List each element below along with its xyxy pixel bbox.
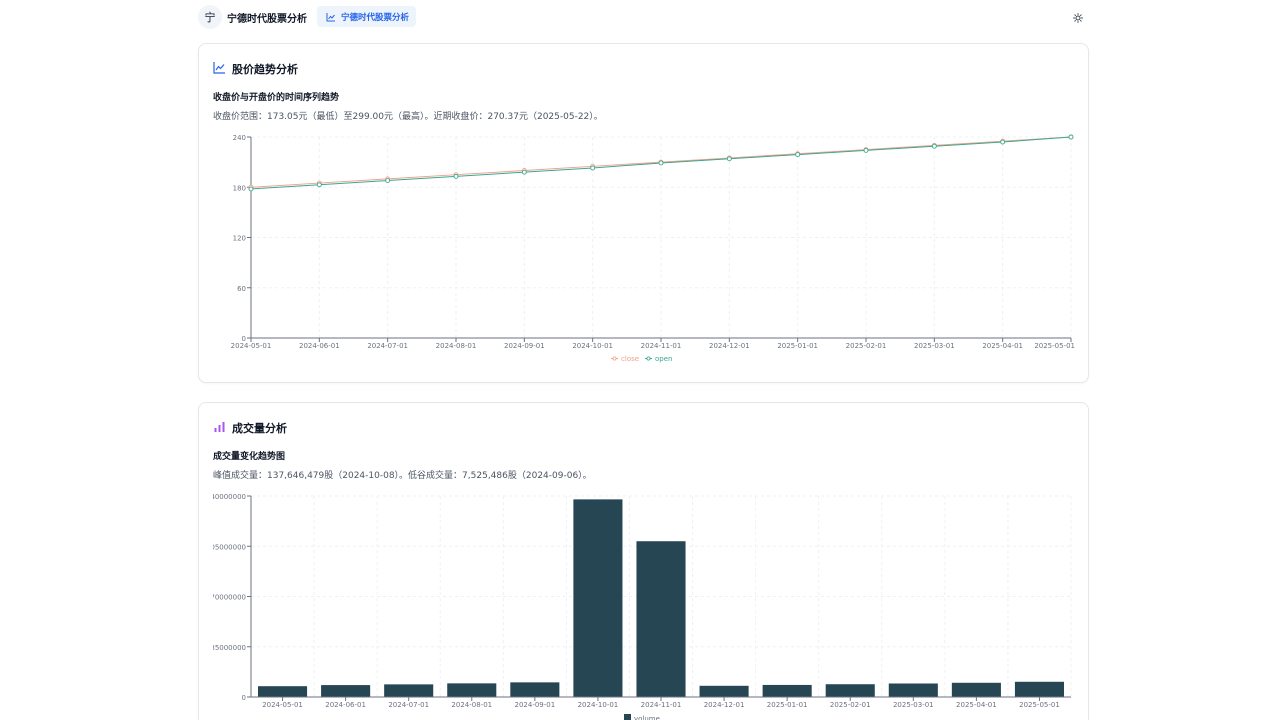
chart-description: 收盘价范围：173.05元（最低）至299.00元（最高）。近期收盘价：270.… bbox=[213, 112, 603, 122]
x-tick-label: 2024-05-01 bbox=[262, 701, 303, 709]
x-tick-label: 2024-09-01 bbox=[515, 701, 556, 709]
bar-2024-06-01 bbox=[321, 685, 371, 697]
x-tick-label: 2025-02-01 bbox=[846, 342, 887, 350]
x-tick-label: 2024-12-01 bbox=[709, 342, 750, 350]
x-tick-label: 2024-06-01 bbox=[299, 342, 340, 350]
x-tick-label: 2024-11-01 bbox=[641, 701, 682, 709]
x-tick-label: 2024-08-01 bbox=[451, 701, 492, 709]
x-tick-label: 2025-04-01 bbox=[982, 342, 1023, 350]
label-clip bbox=[199, 488, 213, 720]
volume-bar-chart: 035000000700000001050000001400000002024-… bbox=[199, 488, 1072, 720]
legend-marker bbox=[612, 356, 617, 361]
data-point-open bbox=[521, 169, 527, 175]
line-chart-icon bbox=[326, 7, 336, 26]
data-point-open bbox=[590, 165, 596, 171]
card-header: 成交量分析 bbox=[213, 418, 287, 437]
bar-2025-03-01 bbox=[888, 683, 938, 697]
bar-2024-12-01 bbox=[699, 685, 749, 697]
tab-stock-analysis[interactable]: 宁德时代股票分析 bbox=[317, 6, 416, 27]
price-trend-card: 股价趋势分析 收盘价与开盘价的时间序列趋势 收盘价范围：173.05元（最低）至… bbox=[198, 43, 1089, 383]
bar-2025-01-01 bbox=[762, 684, 812, 697]
legend-swatch bbox=[624, 714, 631, 720]
bar-2024-11-01 bbox=[636, 541, 686, 697]
tab-label: 宁德时代股票分析 bbox=[341, 12, 410, 23]
y-tick-label: 70000000 bbox=[210, 594, 246, 602]
y-tick-label: 180 bbox=[233, 184, 246, 192]
x-tick-label: 2024-06-01 bbox=[325, 701, 366, 709]
y-tick-label: 240 bbox=[233, 134, 246, 142]
x-tick-label: 2024-07-01 bbox=[367, 342, 408, 350]
bar-chart-icon bbox=[213, 418, 226, 437]
data-point-open bbox=[1068, 134, 1074, 140]
legend-marker bbox=[646, 356, 651, 361]
bar-2024-07-01 bbox=[384, 684, 434, 697]
app-name[interactable]: 宁德时代股票分析 bbox=[227, 10, 307, 25]
card-title: 股价趋势分析 bbox=[232, 62, 298, 76]
x-tick-label: 2024-10-01 bbox=[578, 701, 619, 709]
y-tick-label: 60 bbox=[237, 285, 246, 293]
data-point-open bbox=[248, 186, 254, 192]
legend-label: volume bbox=[634, 715, 660, 720]
data-point-open bbox=[658, 160, 664, 166]
card-header: 股价趋势分析 bbox=[213, 59, 298, 78]
brand-logo[interactable]: 宁 bbox=[198, 5, 222, 29]
bar-2025-05-01 bbox=[1014, 681, 1064, 697]
x-tick-label: 2025-05-01 bbox=[1034, 342, 1075, 350]
x-tick-label: 2024-09-01 bbox=[504, 342, 545, 350]
bar-2024-05-01 bbox=[258, 686, 308, 697]
volume-card: 成交量分析 成交量变化趋势图 峰值成交量：137,646,479股（2024-1… bbox=[198, 402, 1089, 720]
x-tick-label: 2025-01-01 bbox=[767, 701, 808, 709]
x-tick-label: 2025-03-01 bbox=[893, 701, 934, 709]
trend-icon bbox=[213, 59, 226, 78]
data-point-open bbox=[316, 182, 322, 188]
x-tick-label: 2025-03-01 bbox=[914, 342, 955, 350]
chart-subtitle: 成交量变化趋势图 bbox=[213, 452, 286, 462]
x-tick-label: 2024-08-01 bbox=[436, 342, 477, 350]
x-tick-label: 2024-11-01 bbox=[641, 342, 682, 350]
data-point-open bbox=[863, 147, 869, 153]
data-point-open bbox=[1000, 139, 1006, 145]
data-point-open bbox=[453, 173, 459, 179]
x-tick-label: 2024-05-01 bbox=[231, 342, 272, 350]
sun-icon bbox=[1073, 8, 1083, 27]
bar-2024-10-01 bbox=[573, 499, 623, 697]
data-point-open bbox=[931, 143, 937, 149]
card-title: 成交量分析 bbox=[232, 421, 287, 435]
bar-2025-02-01 bbox=[825, 684, 875, 697]
chart-subtitle: 收盘价与开盘价的时间序列趋势 bbox=[213, 93, 340, 103]
x-tick-label: 2024-12-01 bbox=[704, 701, 745, 709]
bar-2025-04-01 bbox=[951, 682, 1001, 697]
theme-toggle-button[interactable] bbox=[1069, 8, 1087, 26]
x-tick-label: 2025-02-01 bbox=[830, 701, 871, 709]
x-tick-label: 2025-01-01 bbox=[777, 342, 818, 350]
price-line-chart: 0601201802402024-05-01 2024-06-01 2024-07-… bbox=[231, 134, 1075, 363]
data-point-open bbox=[795, 152, 801, 158]
legend-label: close bbox=[621, 355, 639, 363]
data-point-open bbox=[385, 178, 391, 183]
y-tick-label: 120 bbox=[233, 235, 246, 243]
legend-label: open bbox=[655, 355, 672, 363]
bar-2024-09-01 bbox=[510, 682, 560, 697]
x-tick-label: 2024-10-01 bbox=[572, 342, 613, 350]
chart-description: 峰值成交量：137,646,479股（2024-10-08）。低谷成交量：7,5… bbox=[213, 471, 592, 481]
data-point-open bbox=[726, 156, 732, 162]
y-tick-label: 35000000 bbox=[210, 644, 246, 652]
y-tick-label: 0 bbox=[242, 694, 246, 702]
x-tick-label: 2025-05-01 bbox=[1019, 701, 1060, 709]
x-tick-label: 2025-04-01 bbox=[956, 701, 997, 709]
x-tick-label: 2024-07-01 bbox=[388, 701, 429, 709]
top-navigation-bar: 宁 宁德时代股票分析 宁德时代股票分析 bbox=[0, 0, 1280, 33]
bar-2024-08-01 bbox=[447, 683, 497, 697]
